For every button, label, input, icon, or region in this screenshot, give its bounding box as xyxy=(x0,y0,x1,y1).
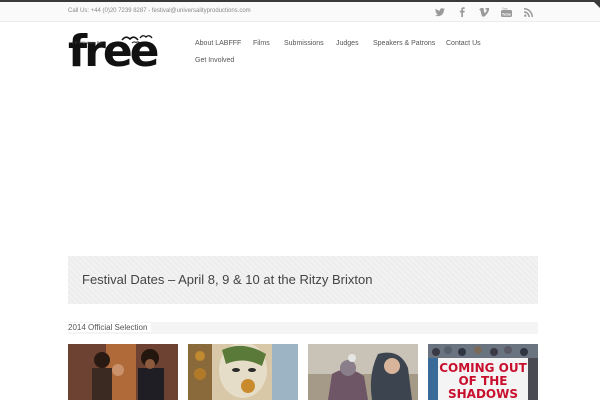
section-title: 2014 Official Selection xyxy=(68,323,152,332)
page: Call Us: +44 (0)20 7239 8287 - festival@… xyxy=(0,0,600,400)
twitter-icon[interactable] xyxy=(434,6,446,18)
contact-info: Call Us: +44 (0)20 7239 8287 - festival@… xyxy=(68,8,251,14)
site-logo[interactable]: free LET'S ALL BE xyxy=(68,30,160,76)
film-thumbnail[interactable]: COMING OUT OF THE SHADOWS xyxy=(428,344,538,400)
nav-item-judges[interactable]: Judges xyxy=(336,40,359,47)
rss-icon[interactable] xyxy=(522,6,534,18)
corner-fold xyxy=(592,0,600,8)
film-thumbnail[interactable] xyxy=(68,344,178,400)
festival-dates-text: Festival Dates – April 8, 9 & 10 at the … xyxy=(82,272,373,287)
svg-text:You: You xyxy=(502,7,508,11)
svg-text:SHADOWS: SHADOWS xyxy=(448,387,518,400)
vimeo-icon[interactable] xyxy=(478,6,490,18)
svg-text:COMING OUT: COMING OUT xyxy=(439,361,527,375)
festival-dates-banner: Festival Dates – April 8, 9 & 10 at the … xyxy=(68,256,538,304)
nav-item-about[interactable]: About LABFFF xyxy=(195,40,241,47)
birds-icon xyxy=(121,35,153,44)
nav-item-submissions[interactable]: Submissions xyxy=(284,40,324,47)
film-thumbnail[interactable] xyxy=(308,344,418,400)
official-selection-grid: COMING OUT OF THE SHADOWS xyxy=(68,344,538,400)
section-header: 2014 Official Selection xyxy=(68,322,538,334)
nav-item-get-involved[interactable]: Get Involved xyxy=(195,57,234,64)
svg-text:OF THE: OF THE xyxy=(458,374,507,388)
nav-item-films[interactable]: Films xyxy=(253,40,270,47)
facebook-icon[interactable] xyxy=(456,6,468,18)
nav-item-contact-us[interactable]: Contact Us xyxy=(446,40,481,47)
nav-item-speakers-patrons[interactable]: Speakers & Patrons xyxy=(373,40,435,47)
social-links: Tube You xyxy=(434,6,534,18)
film-thumbnail[interactable] xyxy=(188,344,298,400)
top-bar: Call Us: +44 (0)20 7239 8287 - festival@… xyxy=(0,0,600,22)
youtube-icon[interactable]: Tube You xyxy=(500,6,512,18)
svg-text:Tube: Tube xyxy=(501,12,511,17)
logo-tagline: LET'S ALL BE xyxy=(72,40,104,45)
